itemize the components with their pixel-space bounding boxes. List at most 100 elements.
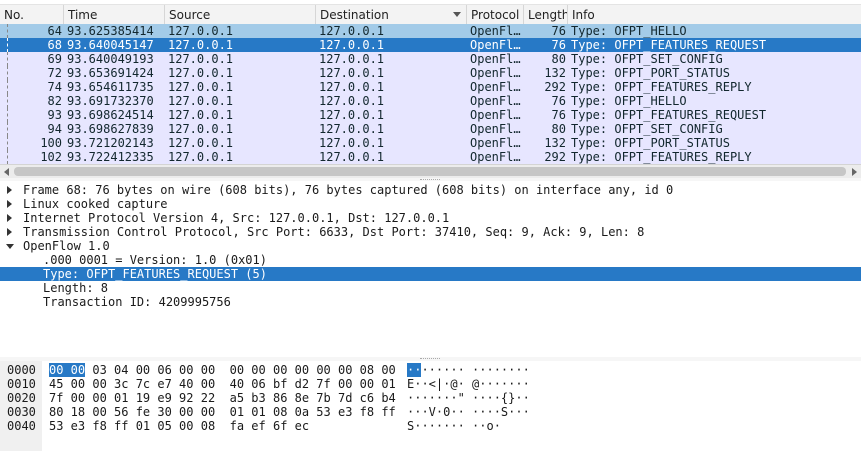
byte-offset: 0030 bbox=[7, 405, 36, 419]
ascii-bytes-highlighted: ·· bbox=[407, 363, 422, 377]
hex-bytes[interactable]: 80 18 00 56 fe 30 00 00 01 01 08 0a 53 e… bbox=[49, 405, 396, 419]
detail-row[interactable]: .000 0001 = Version: 1.0 (0x01) bbox=[0, 253, 861, 267]
hex-bytes-rest: 03 04 00 06 00 00 00 00 00 00 00 00 08 0… bbox=[85, 363, 396, 377]
column-header-protocol[interactable]: Protocol bbox=[467, 5, 524, 25]
packet-cell-length: 132 bbox=[544, 66, 566, 80]
packet-cell-no: 94 bbox=[47, 122, 62, 136]
collapsed-arrow-icon[interactable] bbox=[7, 200, 12, 208]
column-header-no[interactable]: No. bbox=[0, 5, 64, 25]
packet-cell-source: 127.0.0.1 bbox=[168, 52, 234, 66]
packet-cell-info: Type: OFPT_HELLO bbox=[571, 94, 687, 108]
column-header-time[interactable]: Time bbox=[64, 5, 165, 25]
packet-cell-destination: 127.0.0.1 bbox=[319, 150, 385, 164]
hex-bytes[interactable]: 45 00 00 3c 7c e7 40 00 40 06 bf d2 7f 0… bbox=[49, 377, 396, 391]
scroll-right-icon[interactable] bbox=[852, 168, 857, 176]
packet-cell-destination: 127.0.0.1 bbox=[319, 38, 385, 52]
packet-row[interactable]: 68 93.640045147 127.0.0.1 127.0.0.1 OpenFl… 7… bbox=[0, 38, 861, 52]
packet-cell-info: Type: OFPT_PORT_STATUS bbox=[571, 136, 730, 150]
hex-bytes-rest: 53 e3 f8 ff 01 05 00 08 fa ef 6f ec bbox=[49, 419, 310, 433]
packet-row[interactable]: 93 93.698624514 127.0.0.1 127.0.0.1 OpenFl… 7… bbox=[0, 108, 861, 122]
ascii-bytes[interactable]: E··<|·@· @······· bbox=[407, 377, 530, 391]
byte-offset: 0010 bbox=[7, 377, 36, 391]
ascii-bytes[interactable]: ········ ········ bbox=[407, 363, 530, 377]
detail-row[interactable]: Length: 8 bbox=[0, 281, 861, 295]
detail-row[interactable]: Frame 68: 76 bytes on wire (608 bits), 7… bbox=[0, 183, 861, 197]
packet-cell-time: 93.640049193 bbox=[67, 52, 154, 66]
packet-cell-time: 93.653691424 bbox=[67, 66, 154, 80]
column-header-destination-label: Destination bbox=[320, 8, 389, 22]
packet-cell-protocol: OpenFl… bbox=[470, 66, 521, 80]
packet-cell-source: 127.0.0.1 bbox=[168, 66, 234, 80]
hex-bytes[interactable]: 53 e3 f8 ff 01 05 00 08 fa ef 6f ec bbox=[49, 419, 309, 433]
packet-row[interactable]: 100 93.721202143 127.0.0.1 127.0.0.1 OpenFl…… bbox=[0, 136, 861, 150]
detail-row-text: Transaction ID: 4209995756 bbox=[43, 295, 231, 309]
packet-cell-info: Type: OFPT_FEATURES_REQUEST bbox=[571, 38, 767, 52]
packet-row[interactable]: 64 93.625385414 127.0.0.1 127.0.0.1 OpenFl… 7… bbox=[0, 24, 861, 38]
packet-cell-time: 93.722412335 bbox=[67, 150, 154, 164]
packet-cell-destination: 127.0.0.1 bbox=[319, 66, 385, 80]
column-header-destination[interactable]: Destination bbox=[316, 5, 467, 25]
collapsed-arrow-icon[interactable] bbox=[7, 186, 12, 194]
packet-row[interactable]: 82 93.691732370 127.0.0.1 127.0.0.1 OpenFl… 7… bbox=[0, 94, 861, 108]
packet-cell-no: 102 bbox=[40, 150, 62, 164]
packet-cell-source: 127.0.0.1 bbox=[168, 136, 234, 150]
column-header-source[interactable]: Source bbox=[165, 5, 316, 25]
packet-cell-protocol: OpenFl… bbox=[470, 150, 521, 164]
ascii-bytes-rest: S······· ··o· bbox=[407, 419, 501, 433]
detail-row-text: Linux cooked capture bbox=[23, 197, 168, 211]
packet-cell-no: 82 bbox=[47, 94, 62, 108]
detail-row[interactable]: Linux cooked capture bbox=[0, 197, 861, 211]
packet-cell-no: 74 bbox=[47, 80, 62, 94]
packet-cell-protocol: OpenFl… bbox=[470, 38, 521, 52]
packet-row[interactable]: 74 93.654611735 127.0.0.1 127.0.0.1 OpenFl… 2… bbox=[0, 80, 861, 94]
ascii-bytes[interactable]: ···V·0·· ····S··· bbox=[407, 405, 530, 419]
detail-row-text: Transmission Control Protocol, Src Port:… bbox=[23, 225, 645, 239]
packet-cell-protocol: OpenFl… bbox=[470, 80, 521, 94]
scrollbar-thumb[interactable] bbox=[14, 167, 846, 176]
detail-row[interactable]: Internet Protocol Version 4, Src: 127.0.… bbox=[0, 211, 861, 225]
packet-row[interactable]: 102 93.722412335 127.0.0.1 127.0.0.1 OpenFl…… bbox=[0, 150, 861, 164]
packet-cell-info: Type: OFPT_SET_CONFIG bbox=[571, 52, 723, 66]
packet-bytes-pane[interactable]: 0000 00 00 03 04 00 06 00 00 00 00 00 00 … bbox=[0, 361, 861, 451]
sort-descending-icon bbox=[453, 12, 461, 17]
packet-cell-time: 93.698624514 bbox=[67, 108, 154, 122]
packet-cell-time: 93.654611735 bbox=[67, 80, 154, 94]
detail-row[interactable]: Type: OFPT_FEATURES_REQUEST (5) bbox=[0, 267, 861, 281]
collapsed-arrow-icon[interactable] bbox=[7, 228, 12, 236]
packet-rows: 64 93.625385414 127.0.0.1 127.0.0.1 OpenFl… 7… bbox=[0, 24, 861, 164]
detail-row[interactable]: Transmission Control Protocol, Src Port:… bbox=[0, 225, 861, 239]
collapsed-arrow-icon[interactable] bbox=[7, 214, 12, 222]
column-header-length[interactable]: Length bbox=[524, 5, 568, 25]
hex-bytes[interactable]: 00 00 03 04 00 06 00 00 00 00 00 00 00 0… bbox=[49, 363, 396, 377]
column-header-info[interactable]: Info bbox=[568, 5, 861, 25]
packet-list-header: No. Time Source Destination Protocol Len… bbox=[0, 4, 861, 26]
packet-cell-destination: 127.0.0.1 bbox=[319, 94, 385, 108]
packet-cell-time: 93.698627839 bbox=[67, 122, 154, 136]
detail-row[interactable]: OpenFlow 1.0 bbox=[0, 239, 861, 253]
packet-row[interactable]: 69 93.640049193 127.0.0.1 127.0.0.1 OpenFl… 8… bbox=[0, 52, 861, 66]
packet-cell-info: Type: OFPT_FEATURES_REPLY bbox=[571, 150, 752, 164]
packet-cell-length: 292 bbox=[544, 80, 566, 94]
packet-details-tree[interactable]: Frame 68: 76 bytes on wire (608 bits), 7… bbox=[0, 181, 861, 357]
detail-row[interactable]: Transaction ID: 4209995756 bbox=[0, 295, 861, 309]
packet-row[interactable]: 72 93.653691424 127.0.0.1 127.0.0.1 OpenFl… 1… bbox=[0, 66, 861, 80]
packet-cell-protocol: OpenFl… bbox=[470, 108, 521, 122]
packet-row[interactable]: 94 93.698627839 127.0.0.1 127.0.0.1 OpenFl… 8… bbox=[0, 122, 861, 136]
hex-bytes[interactable]: 7f 00 00 01 19 e9 92 22 a5 b3 86 8e 7b 7… bbox=[49, 391, 396, 405]
packet-list[interactable]: No. Time Source Destination Protocol Len… bbox=[0, 0, 861, 180]
scroll-left-icon[interactable] bbox=[4, 168, 9, 176]
packet-cell-no: 69 bbox=[47, 52, 62, 66]
packet-cell-protocol: OpenFl… bbox=[470, 24, 521, 38]
detail-row-text: Internet Protocol Version 4, Src: 127.0.… bbox=[23, 211, 450, 225]
byte-offset: 0020 bbox=[7, 391, 36, 405]
packet-cell-no: 93 bbox=[47, 108, 62, 122]
ascii-bytes[interactable]: ·······" ····{}·· bbox=[407, 391, 530, 405]
ascii-bytes[interactable]: S······· ··o· bbox=[407, 419, 501, 433]
packet-cell-info: Type: OFPT_FEATURES_REPLY bbox=[571, 80, 752, 94]
expanded-arrow-icon[interactable] bbox=[6, 244, 14, 249]
packet-cell-length: 76 bbox=[551, 24, 566, 38]
ascii-bytes-rest: ······ ········ bbox=[421, 363, 530, 377]
packet-cell-destination: 127.0.0.1 bbox=[319, 52, 385, 66]
hex-bytes-rest: 45 00 00 3c 7c e7 40 00 40 06 bf d2 7f 0… bbox=[49, 377, 396, 391]
packet-cell-no: 100 bbox=[40, 136, 62, 150]
